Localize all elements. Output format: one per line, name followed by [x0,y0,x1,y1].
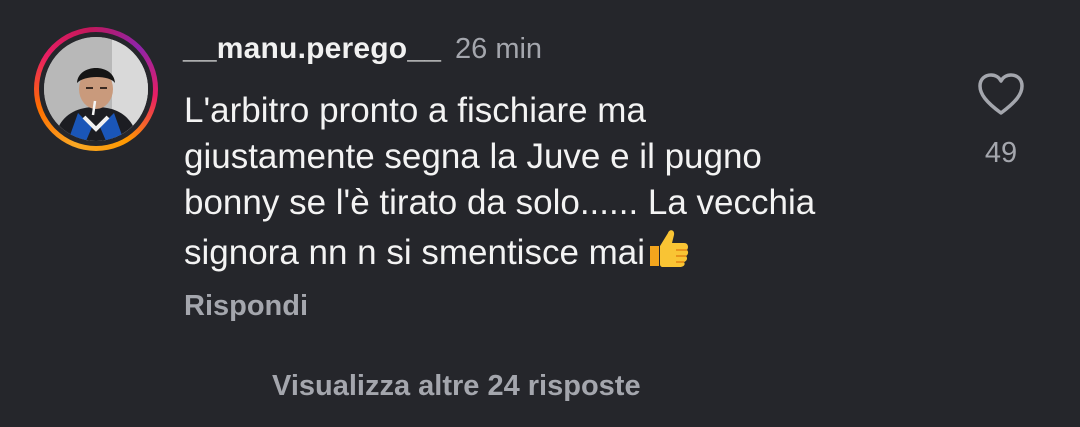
comment-text-last-line: signora nn n si smentisce mai [184,226,824,280]
comment-timestamp: 26 min [455,33,543,65]
avatar[interactable] [44,37,148,141]
reply-button[interactable]: Rispondi [184,290,308,323]
story-ring[interactable] [34,27,158,151]
comment-text-line: L'arbitro pronto a fischiare ma [184,91,646,130]
comment-text-line: signora nn n si smentisce mai [184,233,646,272]
like-button[interactable] [976,72,1026,118]
username-link[interactable]: __manu.perego__ [183,32,441,66]
comment-screen: __manu.perego__ 26 min L'arbitro pronto … [0,0,1080,427]
heart-outline-icon [978,73,1024,115]
avatar-photo-icon [44,37,148,141]
like-count: 49 [984,137,1018,169]
thumbs-up-emoji-icon [646,226,690,280]
comment-text-line: giustamente segna la Juve e il pugno [184,137,762,176]
comment-text: L'arbitro pronto a fischiare ma giustame… [184,88,824,280]
view-more-replies-button[interactable]: Visualizza altre 24 risposte [272,370,641,403]
comment-text-line: bonny se l'è tirato da solo...... La vec… [184,183,816,222]
